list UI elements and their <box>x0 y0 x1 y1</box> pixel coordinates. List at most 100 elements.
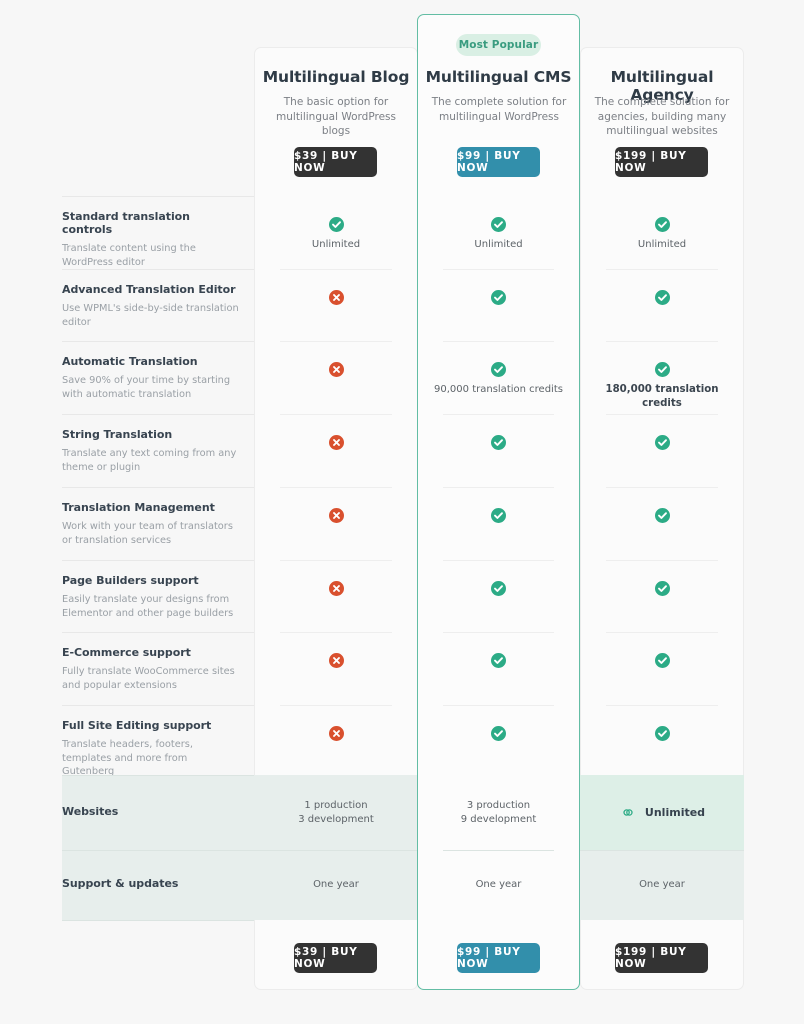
feature-cell-cms: Unlimited <box>417 217 580 252</box>
summary-cell-text: One year <box>313 879 359 890</box>
feature-description: Translate any text coming from any theme… <box>62 448 237 473</box>
feature-title: Translation Management <box>62 501 215 514</box>
summary-cell-blog: One year <box>254 850 418 920</box>
feature-cell-blog <box>254 581 418 596</box>
feature-cell-blog <box>254 508 418 523</box>
check-icon <box>654 362 670 377</box>
feature-cell-cms <box>417 508 580 523</box>
unlimited-cell: Unlimited <box>619 803 705 822</box>
feature-cell-blog <box>254 362 418 377</box>
feature-cell-divider <box>280 414 392 415</box>
feature-cell-cms <box>417 653 580 668</box>
summary-cell-text: 1 production 3 development <box>298 799 374 825</box>
feature-description: Save 90% of your time by starting with a… <box>62 375 231 400</box>
plan-description-agency: The complete solution for agencies, buil… <box>594 96 730 137</box>
summary-cell-agency: One year <box>580 850 744 920</box>
feature-cell-agency <box>580 653 744 668</box>
feature-cell-divider <box>606 487 718 488</box>
feature-cell-blog <box>254 290 418 305</box>
feature-cell-text: Unlimited <box>474 239 523 250</box>
feature-cell-blog: Unlimited <box>254 217 418 252</box>
check-icon <box>491 435 506 450</box>
feature-cell-divider <box>280 705 392 706</box>
cross-icon <box>328 653 344 668</box>
check-icon <box>328 217 344 232</box>
check-icon <box>654 217 670 232</box>
summary-cell-text: One year <box>475 879 522 890</box>
check-icon <box>491 290 506 305</box>
feature-title: Full Site Editing support <box>62 719 212 732</box>
feature-title: E-Commerce support <box>62 646 191 659</box>
summary-cell-cms: 3 production 9 development <box>417 775 580 850</box>
check-icon <box>491 726 506 741</box>
feature-row-divider <box>62 414 254 415</box>
summary-cell-blog: 1 production 3 development <box>254 775 418 850</box>
check-icon <box>654 581 670 596</box>
check-icon <box>491 653 506 668</box>
check-icon <box>654 508 670 523</box>
feature-cell-divider <box>280 632 392 633</box>
feature-row-divider <box>62 269 254 270</box>
buy-now-button-agency-top[interactable]: $199 | BUY NOW <box>615 147 708 177</box>
feature-cell-divider <box>280 269 392 270</box>
check-icon <box>491 508 506 523</box>
feature-row-divider <box>62 487 254 488</box>
feature-cell-divider <box>280 487 392 488</box>
feature-cell-agency: 180,000 translation credits <box>580 362 744 411</box>
feature-title: Page Builders support <box>62 574 199 587</box>
feature-cell-divider <box>443 414 554 415</box>
feature-cell-divider <box>443 705 554 706</box>
summary-row-label: Websites <box>62 805 254 818</box>
feature-cell-divider <box>606 414 718 415</box>
feature-row: Page Builders support Easily translate yo… <box>62 574 254 620</box>
feature-row: Advanced Translation Editor Use WPML's si… <box>62 283 254 329</box>
feature-cell-divider <box>606 560 718 561</box>
plan-title-blog: Multilingual Blog <box>262 68 410 86</box>
feature-cell-divider <box>606 632 718 633</box>
feature-cell-agency <box>580 435 744 450</box>
feature-cell-agency <box>580 726 744 741</box>
feature-cell-blog <box>254 435 418 450</box>
buy-now-button-agency-bottom[interactable]: $199 | BUY NOW <box>615 943 708 973</box>
unlimited-label: Unlimited <box>644 806 706 819</box>
cross-icon <box>328 362 344 377</box>
check-icon <box>654 653 670 668</box>
feature-title: Advanced Translation Editor <box>62 283 236 296</box>
feature-cell-agency <box>580 290 744 305</box>
plan-title-cms: Multilingual CMS <box>425 68 572 86</box>
summary-row-label: Support & updates <box>62 877 254 890</box>
feature-cell-divider <box>443 632 554 633</box>
feature-cell-agency <box>580 508 744 523</box>
pricing-comparison-table: Most Popular Multilingual Blog The basic… <box>0 0 804 1024</box>
infinity-icon <box>619 803 637 822</box>
feature-description: Easily translate your designs from Eleme… <box>62 594 234 619</box>
feature-row: E-Commerce support Fully translate WooCom… <box>62 646 254 692</box>
feature-title: Standard translation controls <box>62 210 190 236</box>
feature-row: Automatic Translation Save 90% of your ti… <box>62 355 254 401</box>
feature-cell-cms <box>417 290 580 305</box>
feature-cell-agency: Unlimited <box>580 217 744 252</box>
check-icon <box>654 726 670 741</box>
buy-now-button-cms-bottom[interactable]: $99 | BUY NOW <box>457 943 540 973</box>
check-icon <box>654 290 670 305</box>
feature-cell-divider <box>443 560 554 561</box>
feature-title: Automatic Translation <box>62 355 198 368</box>
feature-cell-text: 180,000 translation credits <box>605 384 719 409</box>
feature-cell-cms <box>417 726 580 741</box>
feature-title: String Translation <box>62 428 173 441</box>
feature-description: Work with your team of translators or tr… <box>62 521 233 546</box>
summary-title: Support & updates <box>62 877 179 890</box>
cross-icon <box>328 435 344 450</box>
buy-now-button-cms-top[interactable]: $99 | BUY NOW <box>457 147 540 177</box>
buy-now-button-blog-bottom[interactable]: $39 | BUY NOW <box>294 943 377 973</box>
feature-description: Use WPML's side-by-side translation edit… <box>62 303 239 328</box>
feature-row: String Translation Translate any text com… <box>62 428 254 474</box>
feature-description: Translate content using the WordPress ed… <box>62 243 196 268</box>
feature-cell-divider <box>443 269 554 270</box>
summary-cell-text: One year <box>639 879 685 890</box>
feature-row-divider <box>62 705 254 706</box>
buy-now-button-blog-top[interactable]: $39 | BUY NOW <box>294 147 377 177</box>
feature-cell-cms <box>417 435 580 450</box>
summary-band-bottom-divider <box>62 920 254 921</box>
feature-row-divider <box>62 560 254 561</box>
